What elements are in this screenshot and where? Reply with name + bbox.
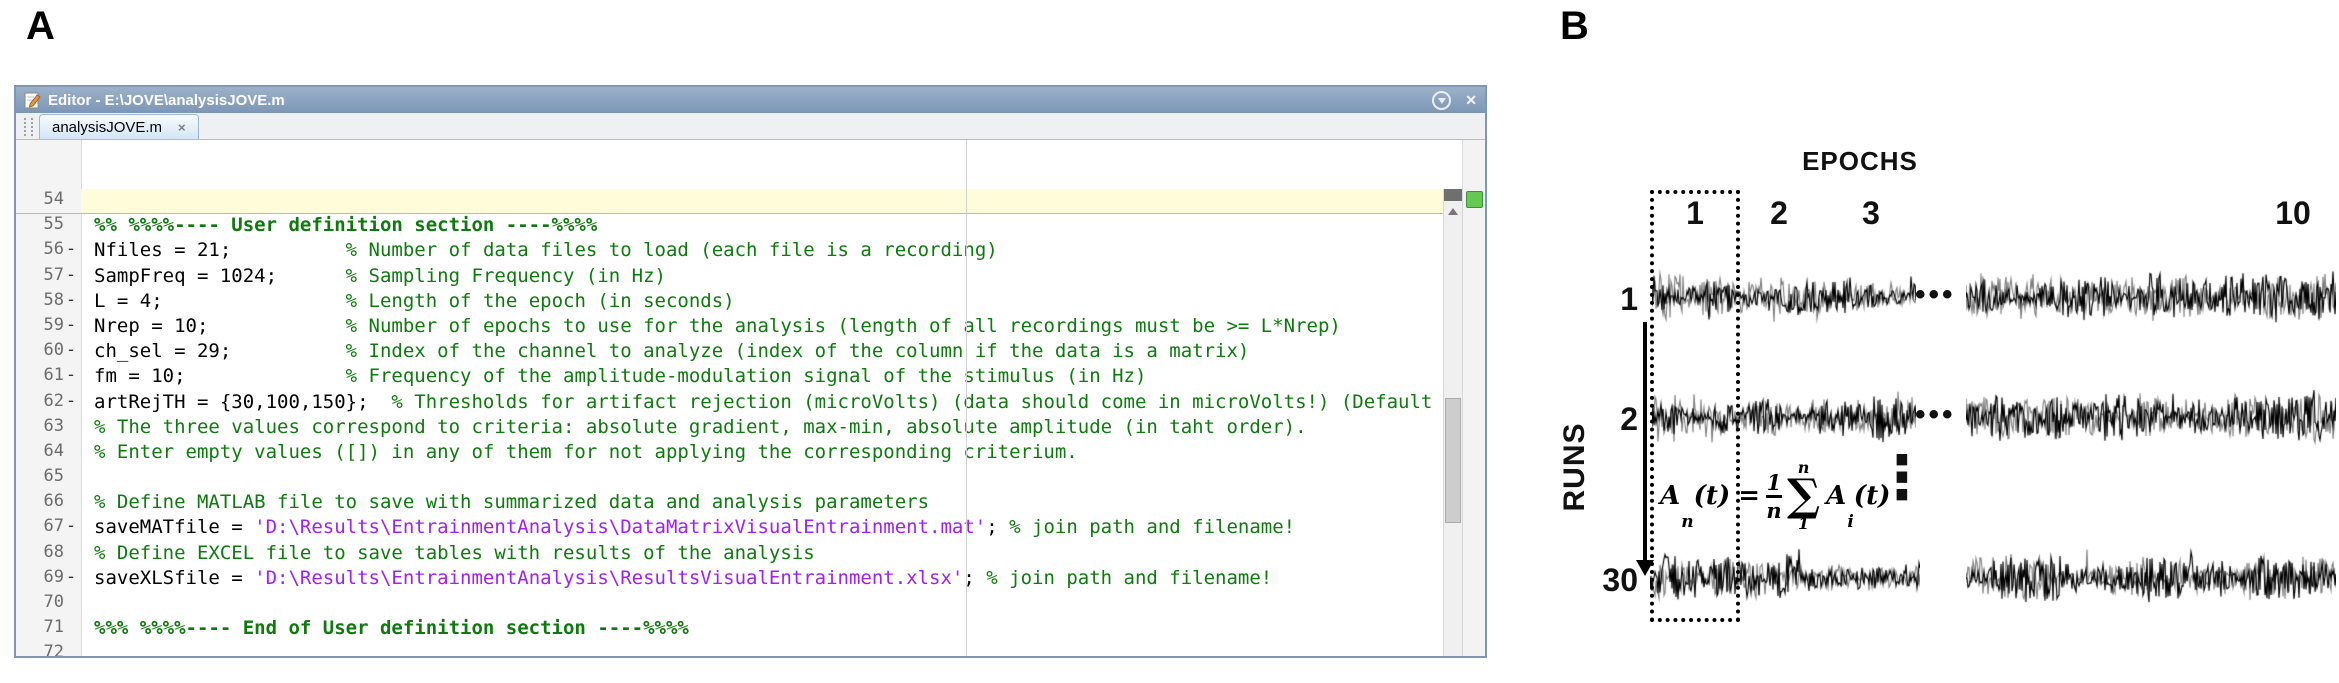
code-line: 58- L = 4; % Length of the epoch (in seco… [43,289,735,312]
figure-canvas: A B Editor - E:\JOVE\analysisJOVE.m ✕ an… [0,0,2339,683]
close-button[interactable]: ✕ [1465,93,1477,107]
code-line: 72 [43,642,64,656]
code-line: 71%%% %%%%---- End of User definition se… [43,617,689,640]
formula-rhs-base: A [1826,481,1847,511]
formula-equals: = [1738,481,1760,511]
code-line: 59- Nrep = 10; % Number of epochs to use … [43,314,1341,337]
eeg-trace-run1-epochs1-3 [1652,266,1916,328]
scrollbar-thumb[interactable] [1445,398,1461,523]
code-line: 65 [43,466,64,487]
eeg-trace-run2-epoch10 [1966,386,2336,450]
editor-app-icon [24,92,41,108]
epoch-label-3: 3 [1862,195,1880,231]
formula-lhs-sub: n [1681,512,1694,532]
epoch-label-1: 1 [1686,195,1704,231]
formula-fraction: 1 n [1765,469,1782,523]
code-line: 54 [16,189,1443,215]
panel-a-label: A [26,4,55,48]
run-label-1: 1 [1620,281,1638,317]
code-lines: 54 55%% %%%%---- User definition section … [16,189,1443,656]
scroll-up-button[interactable] [1444,201,1462,221]
code-line: 68% Define EXCEL file to save tables wit… [43,541,815,564]
formula-sigma: n ∑ 1 [1787,460,1820,532]
code-line: 55%% %%%%---- User definition section --… [43,214,598,237]
code-line: 56- Nfiles = 21; % Number of data files t… [43,239,998,262]
code-line: 57- SampFreq = 1024; % Sampling Frequency… [43,264,666,287]
eeg-trace-run1-epoch10 [1966,266,2336,328]
title-bar: Editor - E:\JOVE\analysisJOVE.m ✕ [16,87,1485,113]
panel-b-label: B [1560,4,1589,48]
dock-icon [1432,90,1452,110]
formula-rhs-sub: i [1847,512,1854,532]
eeg-trace-run30-epochs1-3 [1650,546,1920,610]
code-line: 64% Enter empty values ([]) in any of th… [43,440,1078,463]
text-limit-ruler [966,140,967,656]
editor-window: Editor - E:\JOVE\analysisJOVE.m ✕ analys… [14,85,1487,658]
tab-bar: analysisJOVE.m × [16,113,1485,140]
dock-button[interactable] [1432,90,1452,110]
horizontal-ellipsis-run1: ••• [1915,278,1956,311]
code-analyzer-indicator [1466,191,1483,208]
formula-lhs-args: (t) [1693,481,1731,511]
tab-label: analysisJOVE.m [52,118,163,136]
window-title: Editor - E:\JOVE\analysisJOVE.m [48,91,285,109]
code-area[interactable]: 54 55%% %%%%---- User definition section … [16,140,1485,656]
formula-denominator: n [1766,497,1782,523]
code-line: 69- saveXLSfile = 'D:\Results\Entrainment… [43,566,1273,589]
vertical-scrollbar[interactable] [1443,189,1463,656]
run-label-30: 30 [1602,562,1638,598]
formula-lhs-base: A [1660,481,1681,511]
horizontal-ellipsis-run2: ••• [1915,398,1956,431]
sigma-lower-limit: 1 [1797,513,1810,533]
average-arrow-head-icon [1636,560,1654,576]
runs-axis-label: RUNS [1558,422,1591,512]
sigma-icon: ∑ [1786,470,1821,522]
average-arrow [1643,322,1647,564]
code-line: 63% The three values correspond to crite… [43,415,1307,438]
epochs-title: EPOCHS [1802,146,1918,176]
up-arrow-icon [1448,207,1458,215]
code-line: 60- ch_sel = 29; % Index of the channel t… [43,340,1250,363]
message-indicator-bar [1462,140,1485,656]
epoch-label-2: 2 [1770,195,1788,231]
average-formula: An (t) = 1 n n ∑ 1 Ai (t) [1660,446,1890,546]
code-line: 61- fm = 10; % Frequency of the amplitude… [43,365,1147,388]
code-line: 70 [43,592,64,612]
formula-numerator: 1 [1766,469,1782,495]
scrollbar-cap [1444,189,1462,201]
code-line: 66% Define MATLAB file to save with summ… [43,491,930,514]
epoch-label-10: 10 [2275,195,2311,231]
tab-analysisjove[interactable]: analysisJOVE.m × [39,114,199,139]
formula-rhs-args: (t) [1853,481,1891,511]
eeg-trace-run30-epoch10 [1966,546,2336,610]
tab-close-icon[interactable]: × [178,120,186,135]
code-line: 67- saveMATfile = 'D:\Results\Entrainment… [43,516,1296,539]
eeg-trace-run2-epochs1-3 [1652,386,1916,450]
code-line: 62- artRejTH = {30,100,150}; % Thresholds… [43,390,1433,413]
tab-drag-handle-icon [24,118,33,136]
